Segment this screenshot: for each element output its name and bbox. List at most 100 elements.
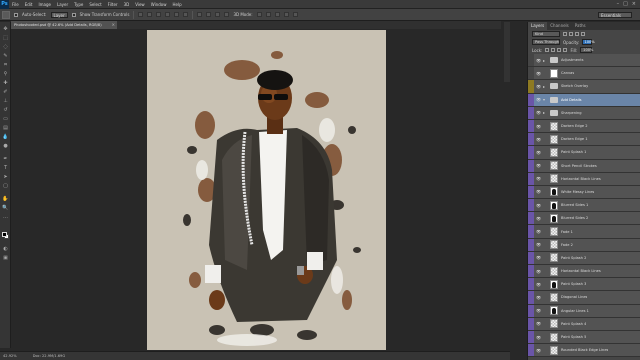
- visibility-eye-icon[interactable]: 👁: [534, 278, 543, 290]
- maximize-icon[interactable]: □: [623, 1, 628, 7]
- move-tool-preset-icon[interactable]: [2, 10, 10, 19]
- lock-transparency-icon[interactable]: [545, 48, 550, 52]
- lasso-tool-icon[interactable]: ◌: [2, 44, 9, 50]
- align-center-icon[interactable]: [174, 12, 180, 17]
- brush-tool-icon[interactable]: ✐: [2, 89, 9, 95]
- group-disclosure-icon[interactable]: ▸: [543, 84, 548, 89]
- fill-input[interactable]: 100%: [580, 47, 593, 53]
- visibility-eye-icon[interactable]: 👁: [534, 186, 543, 198]
- distribute-icon[interactable]: [215, 12, 221, 17]
- close-tab-icon[interactable]: ×: [112, 21, 115, 29]
- tab-channels[interactable]: Channels: [547, 22, 572, 30]
- show-transform-checkbox[interactable]: [71, 12, 76, 17]
- layer-row[interactable]: 👁 Fade 2: [528, 238, 640, 252]
- menu-3d[interactable]: 3D: [121, 2, 133, 7]
- screen-mode-icon[interactable]: ▣: [2, 255, 9, 261]
- blur-tool-icon[interactable]: 💧: [2, 134, 9, 140]
- lock-position-icon[interactable]: [557, 48, 562, 52]
- clone-stamp-tool-icon[interactable]: ⊥: [2, 98, 9, 104]
- visibility-eye-icon[interactable]: 👁: [534, 107, 543, 119]
- minimize-icon[interactable]: –: [617, 1, 620, 7]
- auto-align-icon[interactable]: [224, 12, 230, 17]
- layer-row[interactable]: 👁 Fade 1: [528, 225, 640, 239]
- menu-layer[interactable]: Layer: [54, 2, 71, 7]
- layer-row[interactable]: 👁 Horizontal Black Lines: [528, 265, 640, 279]
- canvas-area[interactable]: [12, 29, 501, 350]
- layer-row[interactable]: 👁 Rounded Black Edge Lines: [528, 344, 640, 358]
- visibility-eye-icon[interactable]: 👁: [534, 252, 543, 264]
- 3d-rotate-icon[interactable]: [256, 12, 262, 17]
- layer-row[interactable]: 👁 Paint Splash 4: [528, 317, 640, 331]
- zoom-tool-icon[interactable]: 🔍: [2, 205, 9, 211]
- layer-row[interactable]: 👁 Horizontal Black Lines: [528, 172, 640, 186]
- visibility-eye-icon[interactable]: 👁: [534, 331, 543, 343]
- 3d-scale-icon[interactable]: [292, 12, 298, 17]
- layer-row[interactable]: 👁 ▾ Add Details: [528, 93, 640, 107]
- layer-row[interactable]: 👁 Paint Splash 1: [528, 146, 640, 160]
- history-brush-tool-icon[interactable]: ↺: [2, 107, 9, 113]
- layer-row[interactable]: 👁 Paint Splash 5: [528, 330, 640, 345]
- tab-paths[interactable]: Paths: [572, 22, 589, 30]
- visibility-eye-icon[interactable]: 👁: [534, 173, 543, 185]
- align-bottom-icon[interactable]: [156, 12, 162, 17]
- opacity-input[interactable]: 100%: [582, 39, 595, 45]
- visibility-eye-icon[interactable]: 👁: [534, 199, 543, 211]
- visibility-eye-icon[interactable]: 👁: [534, 344, 543, 356]
- 3d-slide-icon[interactable]: [283, 12, 289, 17]
- distribute-icon[interactable]: [206, 12, 212, 17]
- foreground-color-swatch[interactable]: [2, 232, 7, 237]
- hand-tool-icon[interactable]: ✋: [2, 196, 9, 202]
- layer-row[interactable]: 👁 Paint Splash 3: [528, 278, 640, 292]
- visibility-eye-icon[interactable]: 👁: [534, 239, 543, 251]
- healing-brush-tool-icon[interactable]: ✚: [2, 80, 9, 86]
- layer-row[interactable]: 👁 ▸ Adjustments: [528, 54, 640, 68]
- document-size[interactable]: Doc: 22.9M/1.69G: [33, 354, 65, 358]
- visibility-eye-icon[interactable]: 👁: [534, 225, 543, 237]
- layer-row[interactable]: 👁 Diagonal Lines: [528, 291, 640, 305]
- 3d-drag-icon[interactable]: [274, 12, 280, 17]
- filter-adjustment-icon[interactable]: [569, 32, 573, 36]
- visibility-eye-icon[interactable]: 👁: [534, 305, 543, 317]
- align-right-icon[interactable]: [183, 12, 189, 17]
- group-disclosure-icon[interactable]: ▸: [543, 110, 548, 115]
- visibility-eye-icon[interactable]: 👁: [534, 265, 543, 277]
- visibility-eye-icon[interactable]: 👁: [534, 94, 543, 106]
- auto-select-dropdown[interactable]: Layer: [50, 11, 68, 18]
- menu-file[interactable]: File: [9, 2, 22, 7]
- group-disclosure-icon[interactable]: ▸: [543, 58, 548, 63]
- shape-tool-icon[interactable]: ▢: [2, 183, 9, 189]
- lock-pixels-icon[interactable]: [551, 48, 556, 52]
- menu-filter[interactable]: Filter: [105, 2, 121, 7]
- visibility-eye-icon[interactable]: 👁: [534, 54, 543, 66]
- workspace-dropdown[interactable]: Essentials: [598, 11, 632, 18]
- layer-row[interactable]: 👁 Short Pencil Strokes: [528, 159, 640, 173]
- menu-select[interactable]: Select: [86, 2, 104, 7]
- move-tool-icon[interactable]: ✥: [2, 26, 9, 32]
- document-canvas[interactable]: [147, 30, 386, 350]
- path-select-tool-icon[interactable]: ➤: [2, 174, 9, 180]
- align-middle-icon[interactable]: [147, 12, 153, 17]
- blend-mode-dropdown[interactable]: Pass Through: [532, 39, 560, 45]
- layer-row[interactable]: 👁 Angular Lines 1: [528, 304, 640, 318]
- quick-mask-icon[interactable]: ◐: [2, 246, 9, 252]
- filter-type-icon[interactable]: [575, 32, 579, 36]
- 3d-roll-icon[interactable]: [265, 12, 271, 17]
- eyedropper-tool-icon[interactable]: ⚲: [2, 71, 9, 77]
- menu-edit[interactable]: Edit: [22, 2, 36, 7]
- visibility-eye-icon[interactable]: 👁: [534, 146, 543, 158]
- zoom-level[interactable]: 42.92%: [3, 354, 17, 358]
- menu-window[interactable]: Window: [148, 2, 170, 7]
- eraser-tool-icon[interactable]: ▭: [2, 116, 9, 122]
- layer-row[interactable]: 👁 ▸ Sharpening: [528, 106, 640, 120]
- visibility-eye-icon[interactable]: 👁: [534, 318, 543, 330]
- auto-select-checkbox[interactable]: [14, 12, 18, 17]
- type-tool-icon[interactable]: T: [2, 165, 9, 171]
- layer-row[interactable]: 👁 Blurred Sides 2: [528, 212, 640, 226]
- align-left-icon[interactable]: [165, 12, 171, 17]
- distribute-icon[interactable]: [197, 12, 203, 17]
- menu-image[interactable]: Image: [35, 2, 54, 7]
- visibility-eye-icon[interactable]: 👁: [534, 80, 543, 92]
- dodge-tool-icon[interactable]: ●: [2, 143, 9, 149]
- marquee-tool-icon[interactable]: ⬚: [2, 35, 9, 41]
- layer-row[interactable]: 👁 Paint Splash 2: [528, 251, 640, 265]
